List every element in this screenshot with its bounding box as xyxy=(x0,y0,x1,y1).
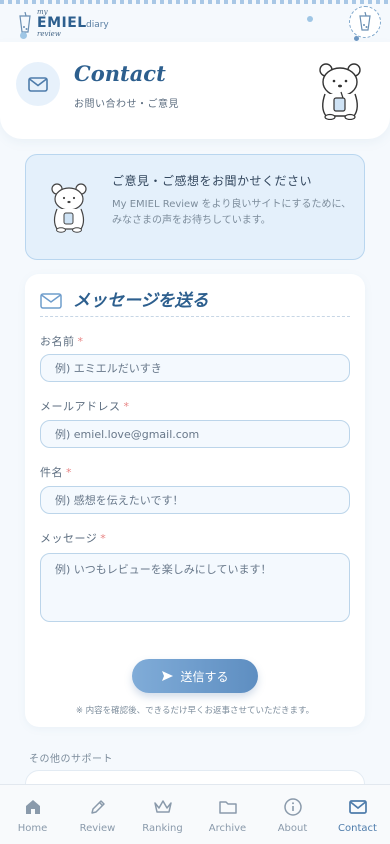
nav-item-ranking[interactable]: Ranking xyxy=(130,785,195,844)
page-title: Contact xyxy=(74,61,166,86)
nav-label: Archive xyxy=(208,823,247,834)
name-label-text: お名前 xyxy=(40,335,75,348)
send-icon xyxy=(162,671,174,681)
logo-diary-text: diary xyxy=(86,20,109,30)
nav-item-review[interactable]: Review xyxy=(65,785,130,844)
required-mark: * xyxy=(66,466,72,479)
menu-button[interactable] xyxy=(349,6,381,38)
submit-label: 送信する xyxy=(180,669,229,684)
subject-label: 件名 * xyxy=(40,464,72,480)
support-section-label: その他のサポート xyxy=(29,754,113,765)
logo-review-text: review xyxy=(37,30,61,38)
required-mark: * xyxy=(77,335,84,348)
site-logo[interactable]: my EMIEL diary review xyxy=(18,8,128,40)
pencil-icon xyxy=(90,800,105,814)
intro-card: ご意見・ご感想をお聞かせください My EMIEL Review をより良いサイ… xyxy=(25,154,365,260)
form-title: メッセージを送る xyxy=(73,291,209,311)
nav-label: Ranking xyxy=(142,823,183,834)
nav-label: Contact xyxy=(338,823,377,834)
page-subtitle: お問い合わせ・ご意見 xyxy=(74,99,179,110)
nav-item-home[interactable]: Home xyxy=(0,785,65,844)
message-label-text: メッセージ xyxy=(40,532,98,545)
cup-icon xyxy=(19,12,31,33)
home-icon xyxy=(25,800,40,814)
intro-body-line: みなさまの声をお待ちしています。 xyxy=(112,215,271,226)
nav-label: Home xyxy=(17,823,48,834)
submit-button[interactable]: 送信する xyxy=(132,659,258,693)
mail-icon xyxy=(28,76,48,92)
decor-dot xyxy=(20,32,27,39)
form-note: ※ 内容を確認後、できるだけ早くお返事させていただきます。 xyxy=(75,706,315,716)
nav-label: About xyxy=(277,823,308,834)
intro-title: ご意見・ご感想をお聞かせください xyxy=(112,174,313,188)
crown-icon xyxy=(153,800,172,813)
bottom-nav: Home Review Ranking Archive About Contac… xyxy=(0,784,390,844)
name-label: お名前 * xyxy=(40,333,84,349)
subject-label-text: 件名 xyxy=(40,466,63,479)
name-input[interactable] xyxy=(40,354,350,382)
mail-icon xyxy=(40,293,62,309)
form-header: メッセージを送る xyxy=(40,285,350,317)
nav-label: Review xyxy=(79,823,116,834)
intro-body-line: My EMIEL Review をより良いサイトにするために、 xyxy=(112,199,352,210)
cup-icon xyxy=(359,12,371,31)
header-icon-circle xyxy=(16,62,60,106)
subject-input[interactable] xyxy=(40,486,350,514)
bear-mascot-icon xyxy=(51,183,87,233)
email-label: メールアドレス * xyxy=(40,398,130,414)
message-label: メッセージ * xyxy=(40,530,106,546)
required-mark: * xyxy=(100,532,107,545)
page-header: Contact お問い合わせ・ご意見 xyxy=(0,42,390,139)
email-label-text: メールアドレス xyxy=(40,400,121,413)
required-mark: * xyxy=(123,400,130,413)
contact-form: メッセージを送る お名前* メールアドレス* 件名* メッセージ* 送信する ※… xyxy=(25,274,365,727)
message-textarea[interactable] xyxy=(40,553,350,622)
nav-item-archive[interactable]: Archive xyxy=(195,785,260,844)
bear-mascot-icon xyxy=(319,63,361,120)
decor-dot xyxy=(307,16,313,22)
mail-icon xyxy=(348,800,367,814)
logo-name: EMIEL xyxy=(37,15,87,31)
info-icon xyxy=(283,798,302,816)
folder-icon xyxy=(218,801,237,814)
intro-body: My EMIEL Review をより良いサイトにするために、 みなさまの声をお… xyxy=(112,197,352,229)
nav-item-about[interactable]: About xyxy=(260,785,325,844)
top-bar: my EMIEL diary review xyxy=(0,4,390,42)
email-input[interactable] xyxy=(40,420,350,448)
nav-item-contact[interactable]: Contact xyxy=(325,785,390,844)
